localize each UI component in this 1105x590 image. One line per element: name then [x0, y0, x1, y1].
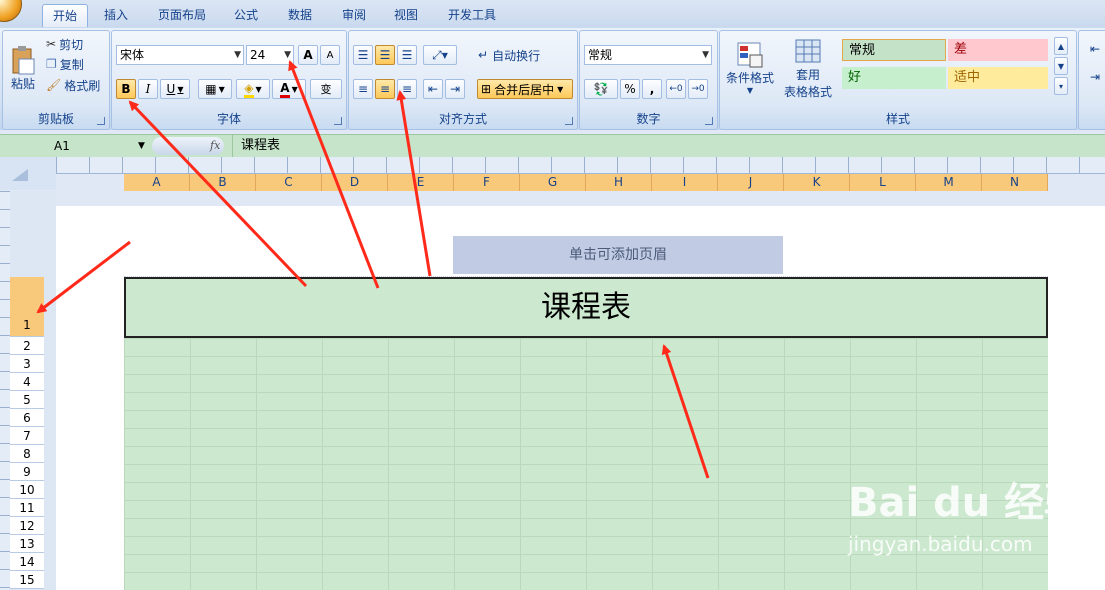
watermark-url: jingyan.baidu.com: [848, 532, 1033, 556]
arrow-to-center-align: [396, 90, 432, 277]
baidu-watermark: Bai du 经验 jingyan.baidu.com: [848, 470, 1098, 580]
arrow-to-font-size: [288, 60, 380, 289]
arrow-to-title-cell: [661, 344, 710, 479]
watermark-brand: Bai du 经验: [848, 480, 1085, 526]
arrow-to-bold: [128, 100, 308, 288]
arrow-to-row-1: [36, 240, 131, 314]
